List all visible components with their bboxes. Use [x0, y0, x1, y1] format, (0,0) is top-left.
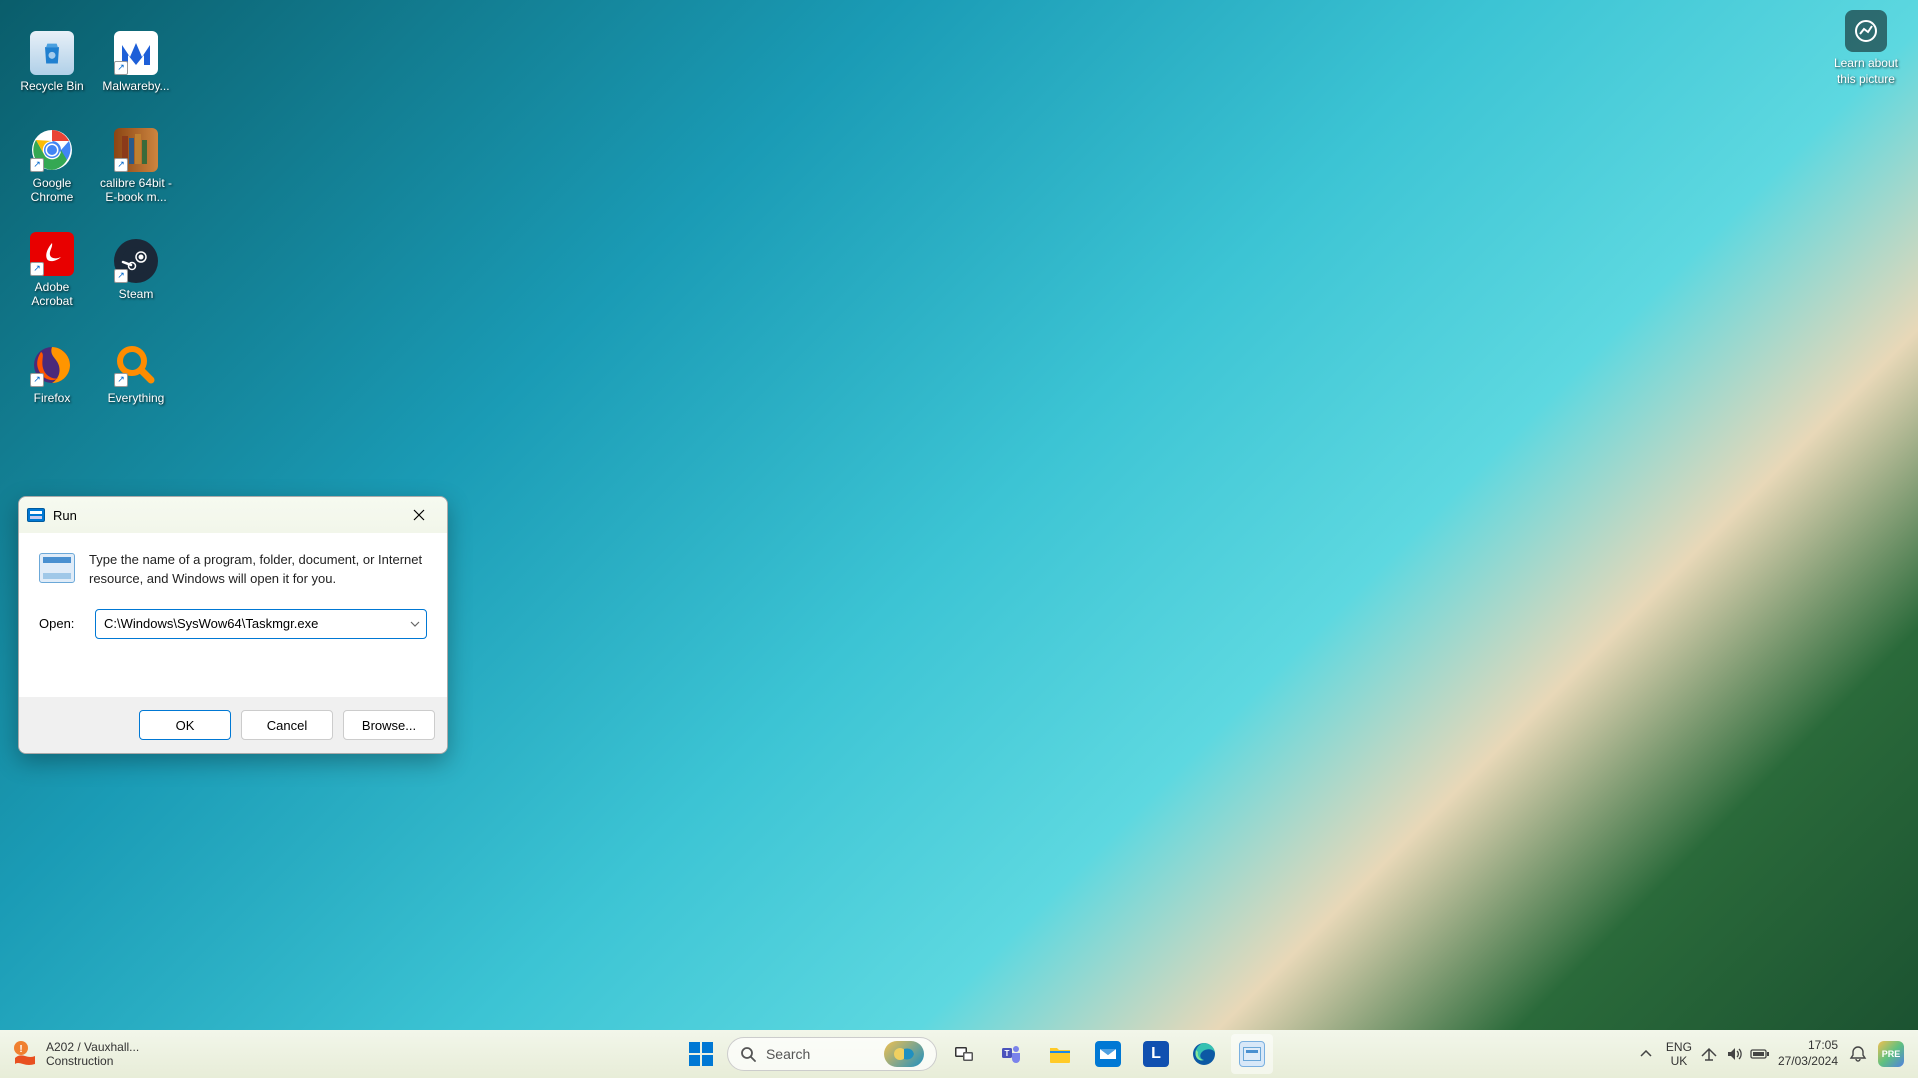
recycle-bin-icon	[30, 31, 74, 75]
mail-icon	[1095, 1041, 1121, 1067]
taskbar-edge[interactable]	[1183, 1034, 1225, 1074]
desktop-icon-label: calibre 64bit - E-book m...	[98, 176, 174, 205]
edge-icon	[1191, 1041, 1217, 1067]
learn-about-picture-label: Learn about this picture	[1834, 56, 1898, 87]
search-highlight-icon	[884, 1041, 924, 1067]
svg-text:T: T	[1005, 1049, 1010, 1058]
run-app-icon	[1239, 1041, 1265, 1067]
taskbar-mail[interactable]	[1087, 1034, 1129, 1074]
open-input[interactable]	[95, 609, 427, 639]
desktop-icon-everything[interactable]: ↗ Everything	[96, 324, 176, 424]
shortcut-arrow-icon: ↗	[114, 61, 128, 75]
widget-line1: A202 / Vauxhall...	[46, 1040, 139, 1054]
desktop-icon-label: Firefox	[34, 391, 71, 405]
clock[interactable]: 17:05 27/03/2024	[1778, 1038, 1838, 1069]
learn-about-picture[interactable]: Learn about this picture	[1834, 10, 1898, 87]
close-button[interactable]	[399, 501, 439, 529]
cancel-button[interactable]: Cancel	[241, 710, 333, 740]
taskbar-task-view[interactable]	[943, 1034, 985, 1074]
desktop-icon-chrome[interactable]: ↗ Google Chrome	[12, 116, 92, 216]
run-titlebar[interactable]: Run	[19, 497, 447, 533]
battery-icon[interactable]	[1750, 1048, 1770, 1060]
taskbar-explorer[interactable]	[1039, 1034, 1081, 1074]
task-view-icon	[951, 1041, 977, 1067]
teams-icon: T	[999, 1041, 1025, 1067]
network-icon[interactable]	[1700, 1046, 1718, 1062]
open-dropdown-button[interactable]	[404, 610, 426, 638]
system-tray	[1700, 1046, 1770, 1062]
search-icon	[740, 1046, 756, 1062]
taskbar-app-l[interactable]: L	[1135, 1034, 1177, 1074]
svg-text:!: !	[19, 1044, 22, 1055]
desktop-icon-firefox[interactable]: ↗ Firefox	[12, 324, 92, 424]
shortcut-arrow-icon: ↗	[114, 158, 128, 172]
desktop-icon-recycle-bin[interactable]: Recycle Bin	[12, 12, 92, 112]
desktop-icons-area: Recycle Bin ↗ Malwareby... ↗ Google Chro…	[10, 10, 178, 426]
windows-logo-icon	[689, 1042, 713, 1066]
desktop-icon-malwarebytes[interactable]: ↗ Malwareby...	[96, 12, 176, 112]
volume-icon[interactable]	[1726, 1046, 1742, 1062]
desktop-icon-label: Adobe Acrobat	[14, 280, 90, 309]
file-explorer-icon	[1047, 1041, 1073, 1067]
start-button[interactable]	[681, 1034, 721, 1074]
run-window-icon	[27, 508, 45, 522]
ok-button[interactable]: OK	[139, 710, 231, 740]
browse-button[interactable]: Browse...	[343, 710, 435, 740]
desktop-icon-label: Everything	[108, 391, 165, 405]
desktop-icon-label: Malwareby...	[102, 79, 169, 93]
search-placeholder: Search	[766, 1046, 874, 1062]
desktop-icon-label: Steam	[119, 287, 154, 301]
shortcut-arrow-icon: ↗	[30, 158, 44, 172]
pre-badge[interactable]: PRE	[1878, 1041, 1904, 1067]
chevron-up-icon	[1640, 1050, 1652, 1058]
taskbar: ! A202 / Vauxhall... Construction Search	[0, 1030, 1918, 1078]
language-indicator[interactable]: ENG UK	[1666, 1040, 1692, 1069]
widget-line2: Construction	[46, 1054, 139, 1068]
desktop-icon-calibre[interactable]: ↗ calibre 64bit - E-book m...	[96, 116, 176, 216]
run-dialog-icon	[39, 553, 75, 583]
desktop-icon-label: Recycle Bin	[20, 79, 83, 93]
shortcut-arrow-icon: ↗	[114, 373, 128, 387]
shortcut-arrow-icon: ↗	[114, 269, 128, 283]
traffic-widget-icon: !	[10, 1040, 40, 1068]
run-button-bar: OK Cancel Browse...	[19, 697, 447, 753]
notifications-button[interactable]	[1846, 1045, 1870, 1063]
shortcut-arrow-icon: ↗	[30, 262, 44, 276]
desktop-icon-steam[interactable]: ↗ Steam	[96, 220, 176, 320]
taskbar-teams[interactable]: T	[991, 1034, 1033, 1074]
run-dialog: Run Type the name of a program, folder, …	[18, 496, 448, 754]
taskbar-run-app[interactable]	[1231, 1034, 1273, 1074]
run-title: Run	[53, 508, 399, 523]
close-icon	[413, 509, 425, 521]
tray-overflow-button[interactable]	[1634, 1050, 1658, 1058]
open-label: Open:	[39, 616, 81, 631]
shortcut-arrow-icon: ↗	[30, 373, 44, 387]
run-description: Type the name of a program, folder, docu…	[89, 551, 427, 589]
spotlight-icon	[1845, 10, 1887, 52]
chevron-down-icon	[410, 621, 420, 627]
l-app-icon: L	[1143, 1041, 1169, 1067]
taskbar-search[interactable]: Search	[727, 1037, 937, 1071]
desktop-icon-label: Google Chrome	[14, 176, 90, 205]
desktop-icon-acrobat[interactable]: ↗ Adobe Acrobat	[12, 220, 92, 320]
taskbar-widgets[interactable]: ! A202 / Vauxhall... Construction	[0, 1040, 320, 1069]
bell-icon	[1849, 1045, 1867, 1063]
